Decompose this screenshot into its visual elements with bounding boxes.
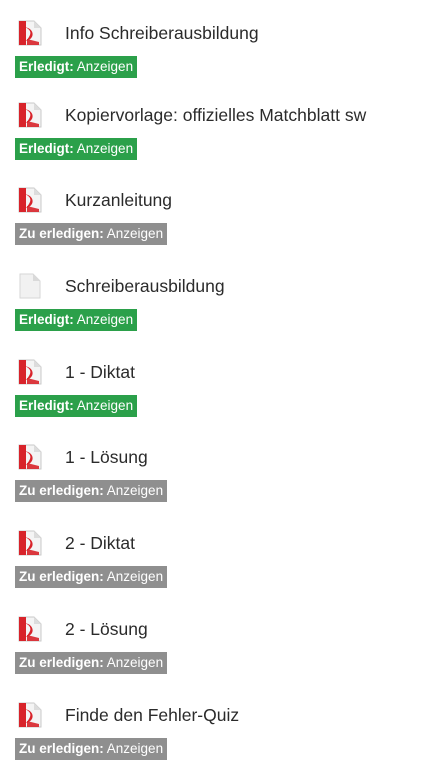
completion-badge[interactable]: Zu erledigen: Anzeigen	[15, 480, 168, 502]
activity-item: 1 - Diktat Erledigt: Anzeigen	[15, 355, 442, 431]
activity-link[interactable]: 1 - Diktat	[15, 355, 442, 389]
generic-file-icon	[15, 271, 45, 301]
activity-item: Kopiervorlage: offizielles Matchblatt sw…	[15, 98, 442, 174]
activity-title: 2 - Diktat	[65, 532, 136, 553]
completion-badge[interactable]: Zu erledigen: Anzeigen	[15, 223, 168, 245]
activity-item: Kurzanleitung Zu erledigen: Anzeigen	[15, 183, 442, 259]
activity-item: Schreiberausbildung Erledigt: Anzeigen	[15, 269, 442, 345]
pdf-icon	[15, 100, 45, 130]
activity-link[interactable]: Info Schreiberausbildung	[15, 16, 442, 50]
completion-badge[interactable]: Zu erledigen: Anzeigen	[15, 738, 168, 760]
activity-title: Finde den Fehler-Quiz	[65, 704, 240, 725]
pdf-icon	[15, 18, 45, 48]
completion-badge[interactable]: Erledigt: Anzeigen	[15, 309, 138, 331]
activity-title: Kopiervorlage: offizielles Matchblatt sw	[65, 104, 367, 125]
activity-title: 1 - Diktat	[65, 361, 136, 382]
activity-item: 2 - Lösung Zu erledigen: Anzeigen	[15, 612, 442, 688]
completion-badge[interactable]: Zu erledigen: Anzeigen	[15, 566, 168, 588]
activity-item: Info Schreiberausbildung Erledigt: Anzei…	[15, 16, 442, 92]
activity-item: Finde den Fehler-Quiz Zu erledigen: Anze…	[15, 698, 442, 767]
activity-title: 1 - Lösung	[65, 446, 148, 467]
pdf-icon	[15, 185, 45, 215]
activity-link[interactable]: Kopiervorlage: offizielles Matchblatt sw	[15, 98, 442, 132]
activity-link[interactable]: 2 - Lösung	[15, 612, 442, 646]
completion-badge[interactable]: Erledigt: Anzeigen	[15, 56, 138, 78]
activity-title: Kurzanleitung	[65, 189, 173, 210]
pdf-icon	[15, 528, 45, 558]
pdf-icon	[15, 442, 45, 472]
pdf-icon	[15, 700, 45, 730]
completion-badge[interactable]: Erledigt: Anzeigen	[15, 395, 138, 417]
pdf-icon	[15, 357, 45, 387]
activity-link[interactable]: Kurzanleitung	[15, 183, 442, 217]
activity-title: Schreiberausbildung	[65, 275, 225, 296]
activity-link[interactable]: 2 - Diktat	[15, 526, 442, 560]
pdf-icon	[15, 614, 45, 644]
activity-title: Info Schreiberausbildung	[65, 22, 259, 43]
activity-list: Info Schreiberausbildung Erledigt: Anzei…	[0, 0, 442, 767]
activity-item: 1 - Lösung Zu erledigen: Anzeigen	[15, 440, 442, 516]
completion-badge[interactable]: Erledigt: Anzeigen	[15, 138, 138, 160]
activity-link[interactable]: 1 - Lösung	[15, 440, 442, 474]
completion-badge[interactable]: Zu erledigen: Anzeigen	[15, 652, 168, 674]
activity-link[interactable]: Schreiberausbildung	[15, 269, 442, 303]
activity-item: 2 - Diktat Zu erledigen: Anzeigen	[15, 526, 442, 602]
activity-title: 2 - Lösung	[65, 618, 148, 639]
activity-link[interactable]: Finde den Fehler-Quiz	[15, 698, 442, 732]
